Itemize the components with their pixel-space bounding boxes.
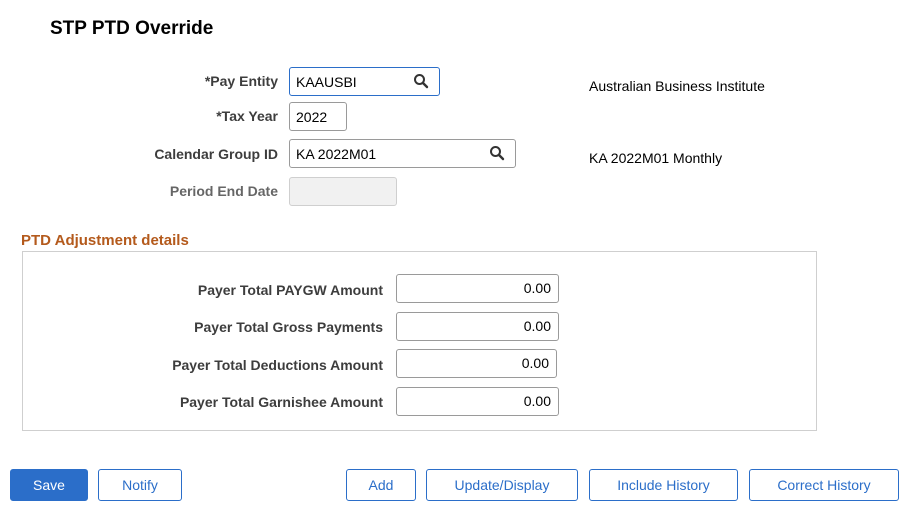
calendar-group-label: Calendar Group ID xyxy=(154,146,278,162)
calendar-group-value: KA 2022M01 xyxy=(296,145,377,162)
paygw-amount-label: Payer Total PAYGW Amount xyxy=(197,282,383,298)
pay-entity-label: *Pay Entity xyxy=(204,73,278,89)
include-history-button[interactable]: Include History xyxy=(589,469,738,501)
search-icon[interactable] xyxy=(413,73,429,89)
deductions-amount-field[interactable]: 0.00 xyxy=(396,349,557,378)
period-end-date-field xyxy=(289,177,397,206)
tax-year-field[interactable]: 2022 xyxy=(289,102,347,131)
tax-year-label: *Tax Year xyxy=(216,108,278,124)
pay-entity-field[interactable]: KAAUSBI xyxy=(289,67,440,96)
calendar-group-field[interactable]: KA 2022M01 xyxy=(289,139,516,168)
calendar-group-description: KA 2022M01 Monthly xyxy=(589,150,723,166)
add-button[interactable]: Add xyxy=(346,469,416,501)
gross-payments-field[interactable]: 0.00 xyxy=(396,312,559,341)
update-display-button[interactable]: Update/Display xyxy=(426,469,578,501)
notify-button[interactable]: Notify xyxy=(98,469,182,501)
pay-entity-value: KAAUSBI xyxy=(296,73,357,90)
garnishee-amount-field[interactable]: 0.00 xyxy=(396,387,559,416)
garnishee-amount-label: Payer Total Garnishee Amount xyxy=(179,394,383,410)
search-icon[interactable] xyxy=(489,145,505,161)
save-button[interactable]: Save xyxy=(10,469,88,501)
gross-payments-label: Payer Total Gross Payments xyxy=(194,319,383,335)
correct-history-button[interactable]: Correct History xyxy=(749,469,899,501)
section-title: PTD Adjustment details xyxy=(21,232,189,249)
pay-entity-description: Australian Business Institute xyxy=(589,78,765,94)
page-title: STP PTD Override xyxy=(50,18,214,39)
tax-year-value: 2022 xyxy=(296,108,328,125)
period-end-date-label: Period End Date xyxy=(169,183,278,199)
paygw-amount-field[interactable]: 0.00 xyxy=(396,274,559,303)
deductions-amount-label: Payer Total Deductions Amount xyxy=(172,357,383,373)
